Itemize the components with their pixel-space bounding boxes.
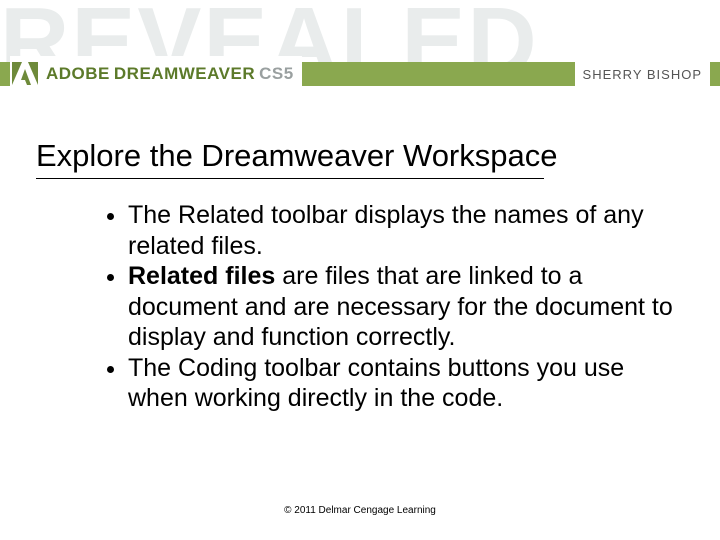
title-underline: [36, 178, 544, 179]
bullet-text: The Coding toolbar contains buttons you …: [128, 354, 624, 413]
brand-product-text: DREAMWEAVER: [114, 64, 255, 84]
banner-bar: ADOBE DREAMWEAVER CS5 SHERRY BISHOP: [0, 56, 720, 92]
bullet-text: The Related toolbar displays the names o…: [128, 201, 644, 260]
list-item: The Coding toolbar contains buttons you …: [128, 353, 688, 414]
brand-block: ADOBE DREAMWEAVER CS5: [10, 56, 302, 92]
author-name: SHERRY BISHOP: [583, 67, 702, 82]
list-item: The Related toolbar displays the names o…: [128, 200, 688, 261]
slide-title: Explore the Dreamweaver Workspace: [36, 138, 557, 174]
bullet-list: The Related toolbar displays the names o…: [108, 200, 688, 414]
slide-banner: REVEALED ADOBE DREAMWEAVER CS5 SHERRY BI…: [0, 0, 720, 110]
author-block: SHERRY BISHOP: [575, 56, 710, 92]
brand-version-text: CS5: [259, 64, 294, 84]
list-item: Related files are files that are linked …: [128, 261, 688, 353]
footer-copyright: © 2011 Delmar Cengage Learning: [0, 505, 720, 516]
bullet-bold: Related files: [128, 262, 275, 290]
brand-adobe-text: ADOBE: [46, 64, 110, 84]
adobe-logo-icon: [10, 59, 40, 89]
